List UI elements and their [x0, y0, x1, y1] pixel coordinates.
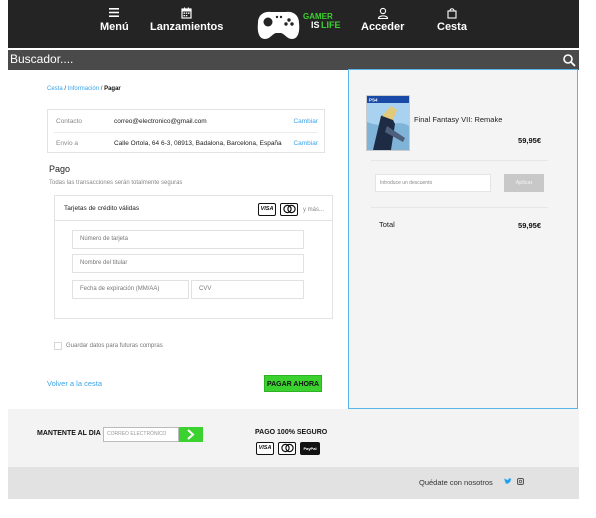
svg-text:LIFE: LIFE	[321, 20, 341, 30]
twitter-icon[interactable]	[504, 477, 512, 487]
breadcrumb: Cesta / Información / Pagar	[47, 86, 121, 92]
payment-subtitle: Todas las transacciones serán totalmente…	[49, 180, 183, 186]
payment-title: Pago	[49, 164, 71, 174]
product-price: 59,95€	[518, 136, 541, 145]
secure-payment-label: PAGO 100% SEGURO	[255, 429, 328, 436]
divider	[371, 160, 548, 161]
checkout-page: Menú Lanzamientos GAMER IS LIFE Acceder …	[0, 0, 596, 518]
instagram-icon[interactable]	[517, 478, 524, 485]
contact-key: Contacto	[56, 118, 83, 125]
shipping-value: Calle Ortola, 64 6-3, 08913, Badalona, B…	[114, 140, 282, 147]
order-summary-panel: PS4 Final Fantasy VII: Remake 59,95€ Int…	[348, 69, 578, 409]
total-value: 59,95€	[518, 221, 541, 230]
user-icon	[361, 7, 404, 21]
expiry-date-input[interactable]: Fecha de expiración (MM/AA)	[72, 280, 189, 299]
mastercard-icon	[278, 442, 296, 455]
apply-discount-button[interactable]: Aplicar	[504, 174, 544, 192]
total-label: Total	[379, 220, 395, 229]
visa-icon: VISA	[256, 442, 274, 455]
newsletter-label: MANTENTE AL DIA	[37, 430, 101, 437]
newsletter-email-input[interactable]: CORREO ELECTRÓNICO	[103, 427, 179, 442]
shopping-bag-icon	[437, 7, 467, 21]
contact-row: Contacto correo@electronico@gmail.com Ca…	[48, 110, 324, 132]
save-data-checkbox[interactable]	[54, 342, 62, 350]
contact-info-box: Contacto correo@electronico@gmail.com Ca…	[47, 109, 325, 153]
footer-newsletter: MANTENTE AL DIA CORREO ELECTRÓNICO PAGO …	[8, 409, 579, 467]
breadcrumb-separator: /	[64, 86, 67, 92]
menu-label: Menú	[100, 21, 129, 33]
svg-text:PS4: PS4	[369, 98, 378, 103]
product-thumbnail: PS4	[366, 95, 410, 151]
breadcrumb-cart[interactable]: Cesta	[47, 86, 63, 92]
breadcrumb-payment: Pagar	[104, 86, 121, 92]
cvv-input[interactable]: CVV	[191, 280, 304, 299]
save-data-label[interactable]: Guardar datos para futuras compras	[66, 343, 163, 349]
search-input[interactable]: Buscador....	[10, 52, 73, 66]
cart-button[interactable]: Cesta	[437, 7, 467, 33]
menu-button[interactable]: Menú	[100, 7, 129, 33]
contact-value: correo@electronico@gmail.com	[114, 118, 207, 125]
top-nav: Menú Lanzamientos GAMER IS LIFE Acceder …	[8, 0, 579, 48]
breadcrumb-info[interactable]: Información	[68, 86, 99, 92]
releases-label: Lanzamientos	[150, 21, 224, 33]
shipping-row: Envío a Calle Ortola, 64 6-3, 08913, Bad…	[48, 132, 324, 154]
search-icon[interactable]	[562, 53, 576, 67]
svg-text:IS: IS	[311, 20, 320, 30]
mastercard-icon	[280, 203, 298, 216]
card-number-input[interactable]: Número de tarjeta	[72, 230, 304, 249]
login-label: Acceder	[361, 21, 405, 33]
paypal-icon: PayPal	[300, 442, 320, 455]
credit-card-box: Tarjetas de crédito válidas VISA y más..…	[54, 195, 333, 319]
valid-cards-title: Tarjetas de crédito válidas	[64, 205, 140, 212]
shipping-key: Envío a	[56, 140, 79, 147]
search-bar[interactable]: Buscador....	[8, 50, 579, 70]
breadcrumb-separator: /	[100, 86, 103, 92]
pay-now-button[interactable]: PAGAR AHORA	[264, 375, 322, 392]
gamepad-logo-icon: GAMER IS LIFE	[257, 11, 341, 39]
login-button[interactable]: Acceder	[361, 7, 404, 33]
more-cards-label: y más...	[302, 207, 324, 213]
discount-input[interactable]: Introduce un descuento	[375, 174, 491, 192]
visa-icon: VISA	[258, 203, 276, 216]
footer-social: Quédate con nosotros	[8, 467, 579, 499]
divider	[371, 207, 548, 208]
gamer-is-life-logo[interactable]: GAMER IS LIFE	[253, 5, 351, 43]
follow-us-label: Quédate con nosotros	[419, 478, 493, 487]
product-name: Final Fantasy VII: Remake	[414, 115, 503, 124]
card-header: Tarjetas de crédito válidas VISA y más..…	[55, 196, 332, 221]
arrow-right-icon	[187, 429, 195, 440]
change-shipping-link[interactable]: Cambiar	[293, 140, 318, 147]
cart-label: Cesta	[437, 21, 467, 33]
releases-button[interactable]: Lanzamientos	[150, 7, 223, 33]
card-holder-input[interactable]: Nombre del titular	[72, 254, 304, 273]
change-contact-link[interactable]: Cambiar	[293, 118, 318, 125]
calendar-icon	[150, 7, 223, 21]
hamburger-menu-icon	[100, 7, 129, 21]
newsletter-submit-button[interactable]	[179, 427, 203, 442]
back-to-cart-link[interactable]: Volver a la cesta	[47, 379, 102, 388]
